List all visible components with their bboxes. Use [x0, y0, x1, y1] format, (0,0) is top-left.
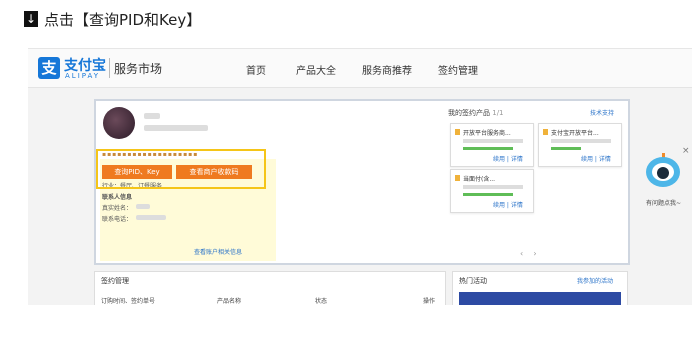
view-account-info-link[interactable]: 查看账户相关信息 — [194, 247, 242, 256]
blurred-account — [144, 125, 208, 131]
alipay-screenshot: 支 支付宝 ALIPAY 服务市场 首页 产品大全 服务商推荐 签约管理 ▪▪▪… — [28, 48, 692, 305]
alipay-logo-icon[interactable]: 支 — [38, 57, 60, 79]
logo-subtext: ALIPAY — [65, 72, 101, 80]
column-product-name: 产品名称 — [217, 298, 242, 305]
hot-activities-title: 热门活动 — [459, 277, 487, 285]
real-name-label: 真实姓名： — [102, 205, 133, 212]
product-icon — [455, 175, 460, 181]
product-date — [551, 139, 611, 143]
sign-management-title: 签约管理 — [101, 277, 129, 285]
product-actions[interactable]: 续用 | 详情 — [581, 154, 611, 163]
page-title: 服务市场 — [114, 62, 163, 76]
product-card[interactable]: 开放平台服务商... 续用 | 详情 — [450, 123, 534, 167]
product-card[interactable]: 支付宝开放平台... 续用 | 详情 — [538, 123, 622, 167]
nav-providers[interactable]: 服务商推荐 — [362, 62, 412, 77]
product-date — [463, 185, 523, 189]
phone-label: 联系电话： — [102, 216, 133, 223]
account-panel: ▪▪▪▪▪▪▪▪▪▪▪▪▪▪▪▪▪▪▪ 行业：餐厅、订餐服务 联系人信息 真实姓… — [94, 99, 630, 265]
product-actions[interactable]: 续用 | 详情 — [493, 154, 523, 163]
robot-caption[interactable]: 有问题点我~ — [646, 198, 681, 207]
column-order-time: 订购时间、签约单号 — [101, 298, 156, 305]
signed-products-label: 我的签约产品 — [448, 109, 490, 117]
avatar — [103, 107, 135, 139]
product-icon — [543, 129, 548, 135]
tech-support-link[interactable]: 技术支持 — [590, 108, 614, 117]
product-name: 开放平台服务商... — [463, 130, 511, 137]
product-actions[interactable]: 续用 | 详情 — [493, 200, 523, 209]
query-pid-key-button[interactable]: 查询PID、Key — [102, 165, 172, 179]
signed-products-title: 我的签约产品 1/1 — [448, 108, 504, 118]
product-progress — [463, 193, 513, 196]
blurred-real-name — [136, 204, 150, 209]
top-navigation-bar: 支 支付宝 ALIPAY 服务市场 首页 产品大全 服务商推荐 签约管理 — [28, 49, 692, 88]
product-progress — [463, 147, 513, 150]
robot-assistant-icon[interactable] — [644, 153, 682, 195]
nav-home[interactable]: 首页 — [246, 62, 266, 77]
step-instruction: ↓ 点击【查询PID和Key】 — [24, 8, 201, 30]
step-text: 点击【查询PID和Key】 — [44, 10, 202, 29]
nav-sign-management[interactable]: 签约管理 — [438, 62, 478, 77]
product-name: 支付宝开放平台... — [551, 130, 599, 137]
blurred-name — [144, 113, 160, 119]
down-arrow-icon: ↓ — [24, 11, 38, 27]
column-status: 状态 — [315, 298, 328, 305]
promo-banner[interactable] — [459, 292, 621, 305]
nav-products[interactable]: 产品大全 — [296, 62, 336, 77]
next-page-icon[interactable]: › — [533, 249, 536, 258]
signed-products-count: 1/1 — [492, 109, 504, 117]
close-icon[interactable]: × — [682, 146, 690, 156]
hot-activities-panel: 热门活动 我参加的活动 — [452, 271, 628, 305]
product-icon — [455, 129, 460, 135]
view-merchant-qr-button[interactable]: 查看商户收款码 — [176, 165, 252, 179]
column-actions: 操作 — [423, 298, 436, 305]
blurred-phone — [136, 215, 166, 220]
pager: ‹ › — [520, 249, 537, 258]
sign-management-panel: 签约管理 订购时间、签约单号 产品名称 状态 操作 — [94, 271, 446, 305]
robot-eye — [657, 167, 669, 179]
product-card[interactable]: 当面付(含... 续用 | 详情 — [450, 169, 534, 213]
product-date — [463, 139, 523, 143]
contact-title: 联系人信息 — [102, 194, 133, 201]
prev-page-icon[interactable]: ‹ — [520, 249, 523, 258]
product-progress — [551, 147, 581, 150]
my-activities-link[interactable]: 我参加的活动 — [577, 276, 613, 285]
logo-divider — [109, 58, 110, 78]
product-name: 当面付(含... — [463, 176, 496, 183]
